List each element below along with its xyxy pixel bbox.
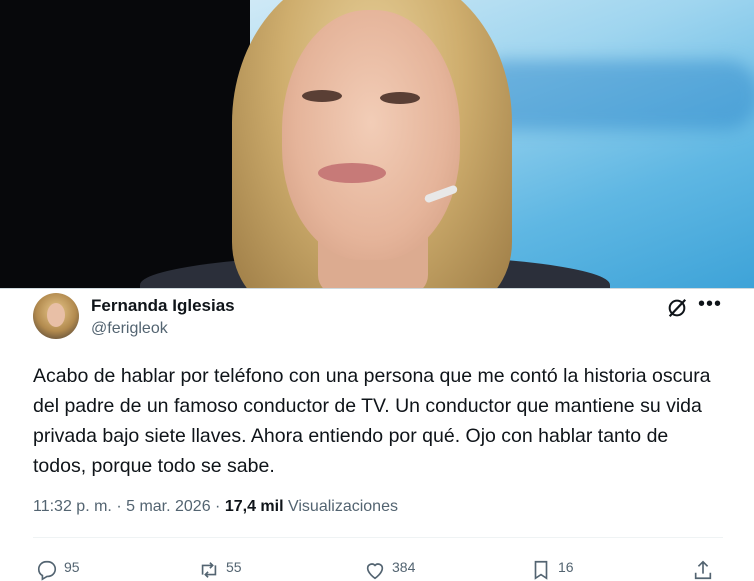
bookmark-button[interactable]: 16 <box>530 559 574 581</box>
reply-icon <box>37 560 57 581</box>
like-button[interactable]: 384 <box>364 559 415 581</box>
tweet-text: Acabo de hablar por teléfono con una per… <box>33 365 711 477</box>
tweet-meta: 11:32 p. m. · 5 mar. 2026 · 17,4 mil Vis… <box>33 498 398 516</box>
views-count: 17,4 mil <box>224 498 284 515</box>
bookmark-count: 16 <box>558 559 574 575</box>
heart-icon <box>366 563 384 580</box>
grok-icon[interactable] <box>666 297 688 319</box>
meta-separator: · <box>116 498 122 515</box>
repost-button[interactable]: 55 <box>198 559 242 581</box>
divider <box>33 537 723 538</box>
repost-icon <box>201 562 217 578</box>
tweet-date[interactable]: 5 mar. 2026 <box>126 498 211 515</box>
reply-button[interactable]: 95 <box>36 559 80 581</box>
tweet-time[interactable]: 11:32 p. m. <box>33 498 112 515</box>
action-bar: 95 55 384 16 <box>0 559 754 581</box>
like-count: 384 <box>392 559 416 575</box>
share-icon <box>694 560 712 580</box>
bookmark-icon <box>534 560 548 580</box>
share-button[interactable] <box>692 559 714 581</box>
repost-count: 55 <box>226 559 242 575</box>
header-photo <box>0 0 754 288</box>
avatar[interactable] <box>33 293 79 339</box>
views-label: Visualizaciones <box>287 498 398 515</box>
meta-separator: · <box>215 498 221 515</box>
tweet-card: Fernanda Iglesias @ferigleok ••• Acabo d… <box>0 288 754 581</box>
author-handle[interactable]: @ferigleok <box>91 320 168 338</box>
more-horizontal-icon[interactable]: ••• <box>698 293 722 317</box>
author-name[interactable]: Fernanda Iglesias <box>91 296 235 316</box>
reply-count: 95 <box>64 559 80 575</box>
